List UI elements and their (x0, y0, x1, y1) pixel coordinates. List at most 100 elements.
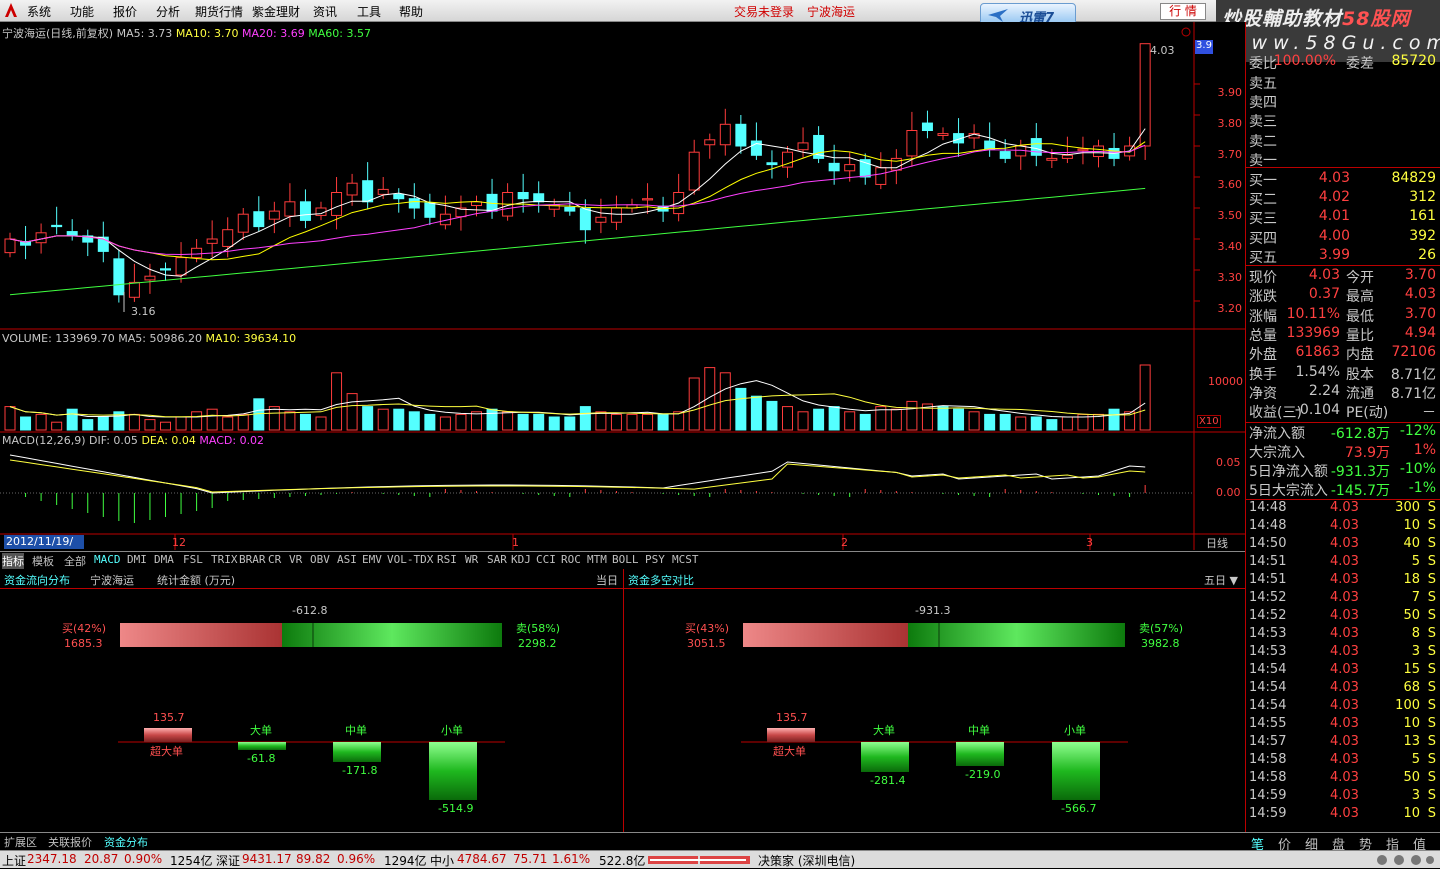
indicator-tab-asi[interactable]: ASI (337, 553, 357, 566)
zx-index-label[interactable]: 中小 (430, 852, 454, 869)
indicator-tab-vol-tdx[interactable]: VOL-TDX (387, 553, 433, 566)
menu-help[interactable]: 帮助 (399, 3, 423, 20)
fund-day-label[interactable]: 当日 (596, 572, 618, 588)
tick-time: 14:59 (1249, 788, 1287, 803)
menu-tools[interactable]: 工具 (357, 3, 381, 20)
tick-volume: 13 (1403, 734, 1420, 749)
indicator-tab-dmi[interactable]: DMI (127, 553, 147, 566)
menu-futures[interactable]: 期货行情 (195, 3, 243, 20)
indicator-tab-wr[interactable]: WR (465, 553, 478, 566)
tick-price: 4.03 (1330, 734, 1359, 749)
fund-left-title[interactable]: 资金流向分布 (4, 572, 70, 588)
fund-value-large: -281.4 (870, 774, 906, 787)
login-status[interactable]: 交易未登录 (734, 3, 794, 20)
tick-volume: 15 (1403, 662, 1420, 677)
menu-finance[interactable]: 紫金理财 (252, 3, 300, 20)
buy-level-4[interactable]: 买四 4.00 392 (1248, 228, 1438, 247)
tab-fund-distribution[interactable]: 资金分布 (104, 834, 148, 850)
buy-level-1[interactable]: 买一 4.03 84829 (1248, 170, 1438, 189)
quote-stat-row: 外盘 61863 内盘 72106 (1248, 344, 1438, 363)
buy-ratio-label: 买(43%) (685, 622, 730, 635)
volume-bar (610, 413, 622, 431)
tick-volume: 50 (1403, 608, 1420, 623)
tick-side: S (1427, 626, 1436, 641)
indicator-tab-vr[interactable]: VR (289, 553, 302, 566)
quote-button[interactable]: 行 情 (1160, 3, 1206, 20)
stat-label: 换手 (1249, 366, 1277, 383)
indicator-tab-macd[interactable]: MACD (94, 553, 121, 566)
buy-level-2[interactable]: 买二 4.02 312 (1248, 189, 1438, 208)
indicator-tab-dma[interactable]: DMA (154, 553, 174, 566)
flow-label: 净流入额 (1249, 426, 1305, 442)
volume-title-row: VOLUME: 133969.70 MA5: 50986.20 MA10: 39… (2, 332, 296, 345)
sell-level-2[interactable]: 卖二 (1248, 131, 1438, 150)
indicator-tab-全部[interactable]: 全部 (64, 553, 86, 569)
menu-analysis[interactable]: 分析 (156, 3, 180, 20)
volume-bar (937, 406, 949, 431)
sh-index-change: 20.87 (84, 852, 119, 866)
volume-bar (1139, 364, 1151, 431)
order-ratio-value: 100.00% (1273, 53, 1336, 69)
indicator-tab-指标[interactable]: 指标 (2, 553, 24, 569)
tick-side: S (1427, 734, 1436, 749)
status-icons[interactable] (1375, 853, 1435, 867)
indicator-tab-mcst[interactable]: MCST (672, 553, 699, 566)
indicator-tab-sar[interactable]: SAR (487, 553, 507, 566)
volume-bar (4, 406, 16, 431)
sell-level-3[interactable]: 卖三 (1248, 111, 1438, 130)
menu-news[interactable]: 资讯 (313, 3, 337, 20)
five-day-dropdown[interactable]: 五日 ▼ (1204, 572, 1238, 588)
sell-level-5[interactable]: 卖五 (1248, 73, 1438, 92)
buy-level-5[interactable]: 买五 3.99 26 (1248, 247, 1438, 266)
macd-title-row: MACD(12,26,9) DIF: 0.05 DEA: 0.04 MACD: … (2, 434, 264, 447)
fund-right-title[interactable]: 资金多空对比 (628, 572, 694, 588)
last-price-tag: 3.9 (1195, 40, 1213, 54)
indicator-tab-cr[interactable]: CR (268, 553, 281, 566)
volume-bar (455, 413, 467, 431)
chart-title-row: 宁波海运(日线,前复权) MA5: 3.73 MA10: 3.70 MA20: … (2, 25, 371, 41)
indicator-tab-psy[interactable]: PSY (645, 553, 665, 566)
candlestick (128, 281, 140, 298)
indicator-tab-rsi[interactable]: RSI (437, 553, 457, 566)
volume-bar (1061, 416, 1073, 431)
menu-function[interactable]: 功能 (70, 3, 94, 20)
candlestick (999, 151, 1011, 159)
fund-value-medium: -171.8 (342, 764, 378, 777)
candlestick (222, 229, 234, 247)
volume-bar (595, 411, 607, 431)
stock-chart[interactable] (0, 22, 1245, 550)
dea-label: DEA: 0.04 (141, 434, 196, 447)
indicator-tab-模板[interactable]: 模板 (32, 553, 54, 569)
buy-level-volume: 392 (1409, 227, 1436, 244)
indicator-tab-obv[interactable]: OBV (310, 553, 330, 566)
indicator-tab-mtm[interactable]: MTM (587, 553, 607, 566)
candlestick (160, 268, 171, 271)
indicator-tab-trix[interactable]: TRIX (211, 553, 238, 566)
volume-label: VOLUME: 133969.70 (2, 332, 115, 345)
buy-level-3[interactable]: 买三 4.01 161 (1248, 208, 1438, 227)
sz-index-label[interactable]: 深证 (216, 852, 240, 869)
stat-value: 1.54% (1295, 363, 1340, 380)
stat-value: 0.37 (1308, 286, 1340, 303)
indicator-tab-boll[interactable]: BOLL (612, 553, 639, 566)
indicator-tab-fsl[interactable]: FSL (183, 553, 203, 566)
tab-extension[interactable]: 扩展区 (4, 834, 37, 850)
indicator-tab-brar[interactable]: BRAR (239, 553, 266, 566)
indicator-tab-cci[interactable]: CCI (536, 553, 556, 566)
period-label[interactable]: 日线 (1206, 535, 1228, 551)
tick-time: 14:48 (1249, 518, 1287, 533)
candlestick (424, 202, 436, 218)
sell-level-1[interactable]: 卖一 (1248, 150, 1438, 169)
sell-level-4[interactable]: 卖四 (1248, 92, 1438, 111)
sh-index-label[interactable]: 上证 (2, 852, 26, 869)
volume-bar (673, 411, 685, 431)
menu-quote[interactable]: 报价 (113, 3, 137, 20)
indicator-tab-emv[interactable]: EMV (362, 553, 382, 566)
indicator-tab-kdj[interactable]: KDJ (511, 553, 531, 566)
fund-right-labels: -931.3 买(43%) 3051.5 卖(57%) 3982.8 135.7 超大单 -2… (623, 590, 1245, 832)
tab-related-quotes[interactable]: 关联报价 (48, 834, 92, 850)
indicator-tab-roc[interactable]: ROC (561, 553, 581, 566)
stock-name-link[interactable]: 宁波海运 (807, 3, 855, 20)
candlestick (1030, 138, 1042, 156)
menu-system[interactable]: 系统 (27, 3, 51, 20)
